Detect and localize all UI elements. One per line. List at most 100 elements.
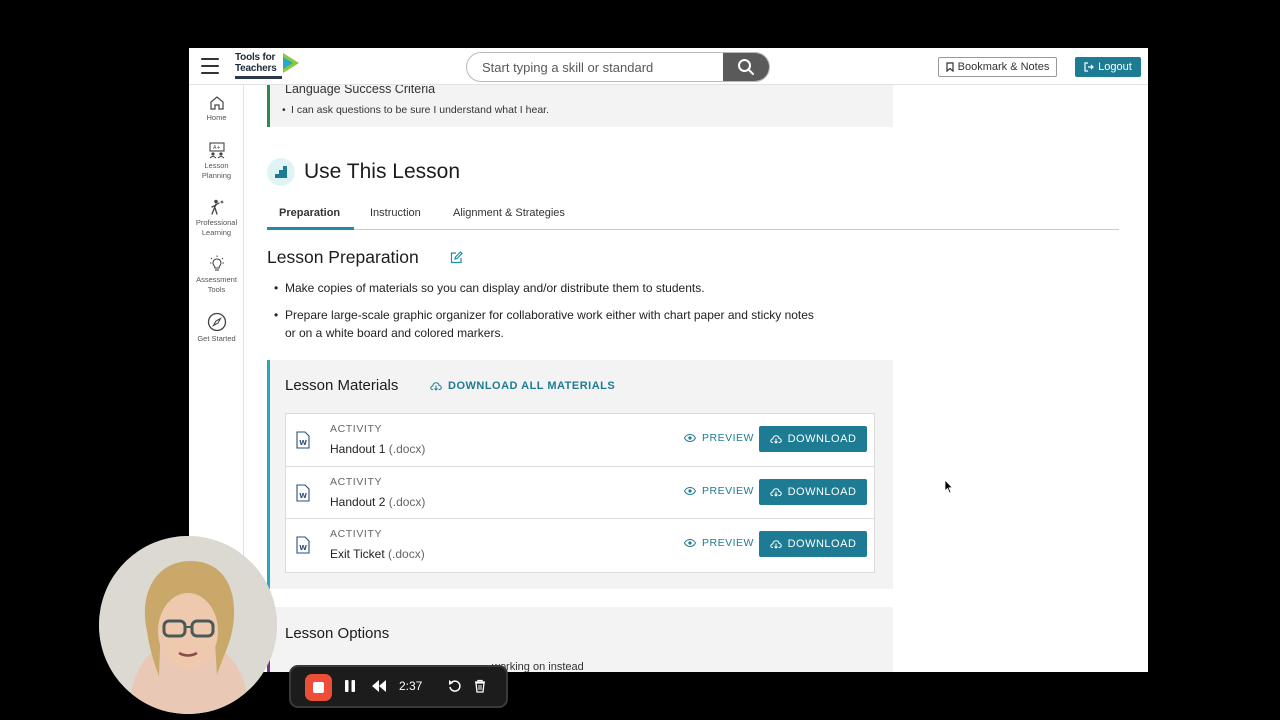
eye-icon (684, 434, 696, 442)
download-label: DOWNLOAD (787, 485, 857, 498)
word-document-icon: W (296, 483, 310, 502)
svg-text:A+: A+ (213, 145, 221, 151)
lesson-materials-heading: Lesson Materials (285, 377, 399, 394)
edit-pencil-icon (450, 251, 463, 264)
language-success-criteria-box: Language Success Criteria I can ask ques… (267, 85, 893, 127)
nav-item-label: Home (206, 113, 227, 122)
webcam-overlay (99, 536, 277, 714)
preview-button[interactable]: PREVIEW (684, 537, 754, 549)
pause-icon[interactable] (344, 679, 356, 693)
search-button[interactable] (723, 53, 769, 81)
language-criteria-title: Language Success Criteria (285, 85, 436, 96)
tab-alignment-strategies[interactable]: Alignment & Strategies (453, 207, 565, 219)
preview-button[interactable]: PREVIEW (684, 485, 754, 497)
nav-item-label: Get Started (197, 334, 236, 343)
hamburger-menu-icon[interactable] (201, 58, 219, 74)
word-document-icon: W (296, 536, 310, 554)
nav-item-assessment-tools[interactable]: Assessment Tools (189, 255, 244, 295)
preview-label: PREVIEW (702, 537, 754, 549)
material-file-ext: (.docx) (388, 547, 425, 561)
nav-item-label: Lesson Planning (201, 161, 232, 180)
tools-for-teachers-logo[interactable]: Tools for Teachers (235, 53, 299, 81)
use-this-lesson-heading: Use This Lesson (304, 160, 461, 183)
lesson-tabs: Preparation Instruction Alignment & Stra… (267, 200, 1119, 230)
material-row: W ACTIVITY Handout 1 (.docx) PREVIEW DOW… (286, 414, 874, 467)
material-category: ACTIVITY (330, 528, 383, 540)
nav-item-label: Assessment Tools (196, 275, 237, 294)
nav-item-home[interactable]: Home (189, 95, 244, 123)
material-name[interactable]: Exit Ticket (.docx) (330, 547, 425, 561)
nav-item-label: Professional Learning (195, 218, 238, 237)
eye-icon (684, 486, 696, 495)
stairs-icon (275, 166, 287, 178)
app-window: Tools for Teachers Bookmark & Notes (189, 48, 1148, 672)
material-name[interactable]: Handout 1 (.docx) (330, 442, 425, 456)
lesson-materials-box: Lesson Materials DOWNLOAD ALL MATERIALS … (267, 360, 893, 589)
search-icon (738, 59, 754, 75)
mouse-cursor-icon (944, 479, 954, 494)
materials-list: W ACTIVITY Handout 1 (.docx) PREVIEW DOW… (285, 413, 875, 573)
preparation-item: Prepare large-scale graphic organizer fo… (274, 306, 825, 342)
logout-label: Logout (1098, 61, 1132, 73)
download-all-materials-button[interactable]: DOWNLOAD ALL MATERIALS (430, 380, 615, 392)
lesson-preparation-heading: Lesson Preparation (267, 247, 419, 267)
lesson-options-box: Lesson Options working on instead (267, 607, 893, 672)
cloud-download-icon (769, 487, 782, 497)
logout-button[interactable]: Logout (1075, 57, 1141, 77)
bookmark-notes-button[interactable]: Bookmark & Notes (938, 57, 1057, 77)
recording-timer: 2:37 (399, 679, 423, 693)
tab-preparation[interactable]: Preparation (279, 207, 340, 219)
material-row: W ACTIVITY Handout 2 (.docx) PREVIEW DOW… (286, 467, 874, 519)
bookmark-icon (946, 62, 954, 72)
logout-icon (1084, 62, 1095, 72)
svg-text:W: W (299, 439, 307, 447)
nav-item-professional-learning[interactable]: Professional Learning (189, 198, 244, 238)
download-button[interactable]: DOWNLOAD (759, 478, 867, 505)
top-bar: Tools for Teachers Bookmark & Notes (189, 48, 1148, 85)
rewind-icon[interactable] (371, 679, 387, 693)
screen-recorder-controls: 2:37 (289, 665, 508, 708)
cloud-download-icon (769, 540, 782, 549)
active-tab-indicator (267, 227, 354, 230)
preview-label: PREVIEW (702, 432, 754, 444)
stop-recording-button[interactable] (305, 674, 332, 701)
preview-button[interactable]: PREVIEW (684, 432, 754, 444)
material-name[interactable]: Handout 2 (.docx) (330, 495, 425, 509)
presenter-video-icon (99, 536, 277, 714)
material-file-ext: (.docx) (388, 494, 426, 509)
download-button[interactable]: DOWNLOAD (759, 426, 867, 452)
material-file-name: Exit Ticket (330, 547, 385, 561)
cloud-download-icon (769, 435, 782, 444)
download-label: DOWNLOAD (787, 433, 857, 445)
svg-text:W: W (299, 544, 307, 552)
logo-triangle-icon (283, 53, 299, 73)
nav-item-get-started[interactable]: Get Started (189, 312, 244, 344)
cloud-download-icon (430, 382, 442, 391)
restart-icon[interactable] (448, 679, 462, 693)
use-lesson-icon (267, 158, 295, 186)
edit-icon[interactable] (450, 251, 463, 269)
material-file-name: Handout 1 (330, 442, 386, 456)
material-category: ACTIVITY (330, 423, 383, 435)
preview-label: PREVIEW (702, 484, 754, 497)
professional-learning-icon (210, 199, 224, 215)
trash-icon[interactable] (474, 679, 486, 693)
bookmark-label: Bookmark & Notes (957, 61, 1050, 73)
language-criteria-item: I can ask questions to be sure I underst… (282, 104, 549, 116)
home-icon (209, 96, 224, 110)
svg-text:W: W (299, 492, 307, 500)
word-document-icon: W (296, 431, 310, 449)
main-content: Language Success Criteria I can ask ques… (267, 85, 1137, 672)
tab-instruction[interactable]: Instruction (370, 207, 421, 219)
search-input[interactable] (467, 53, 724, 81)
material-row: W ACTIVITY Exit Ticket (.docx) PREVIEW D… (286, 519, 874, 572)
download-label: DOWNLOAD (787, 538, 857, 550)
compass-icon (207, 312, 226, 332)
lesson-planning-icon: A+ (208, 142, 225, 159)
nav-item-lesson-planning[interactable]: A+ Lesson Planning (189, 141, 244, 181)
lesson-options-heading: Lesson Options (285, 625, 390, 642)
preparation-item: Make copies of materials so you can disp… (274, 279, 825, 297)
download-all-label: DOWNLOAD ALL MATERIALS (448, 380, 616, 392)
download-button[interactable]: DOWNLOAD (759, 531, 867, 557)
search-bar (466, 52, 770, 82)
